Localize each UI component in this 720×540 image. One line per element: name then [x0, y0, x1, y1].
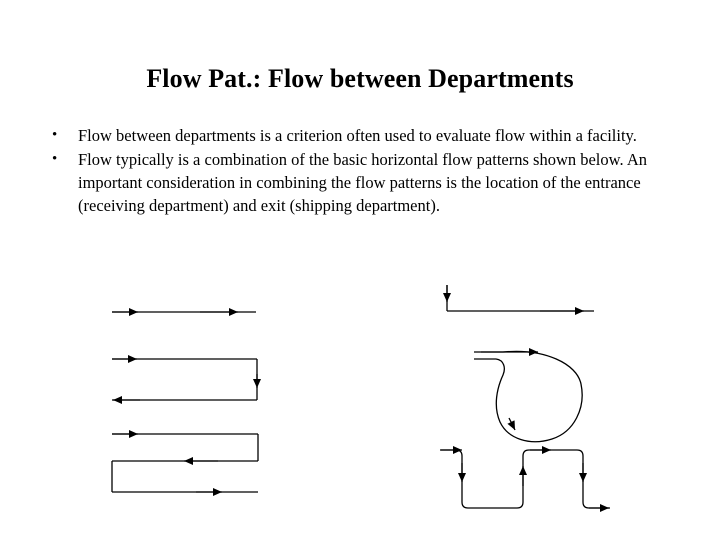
l-flow-glyph [443, 285, 594, 315]
bullet-item: • Flow between departments is a criterio… [52, 124, 672, 147]
bullet-item: • Flow typically is a combination of the… [52, 148, 672, 217]
bullet-marker-icon: • [52, 127, 58, 143]
flow-pattern-diagram: Straight U flow Serpentine L flow Circul… [0, 278, 720, 540]
bullet-text: Flow between departments is a criterion … [78, 126, 637, 145]
u-flow-glyph [112, 355, 261, 404]
s-flow-glyph [440, 446, 610, 512]
circular-flow-glyph [474, 348, 583, 443]
slide-canvas: Flow Pat.: Flow between Departments • Fl… [0, 0, 720, 540]
page-title: Flow Pat.: Flow between Departments [146, 64, 574, 93]
bullet-list: • Flow between departments is a criterio… [52, 124, 672, 218]
bullet-marker-icon: • [52, 151, 58, 167]
serpentine-flow-glyph [111, 430, 259, 496]
bullet-text: Flow typically is a combination of the b… [78, 150, 647, 215]
flow-pattern-lines [111, 285, 610, 512]
